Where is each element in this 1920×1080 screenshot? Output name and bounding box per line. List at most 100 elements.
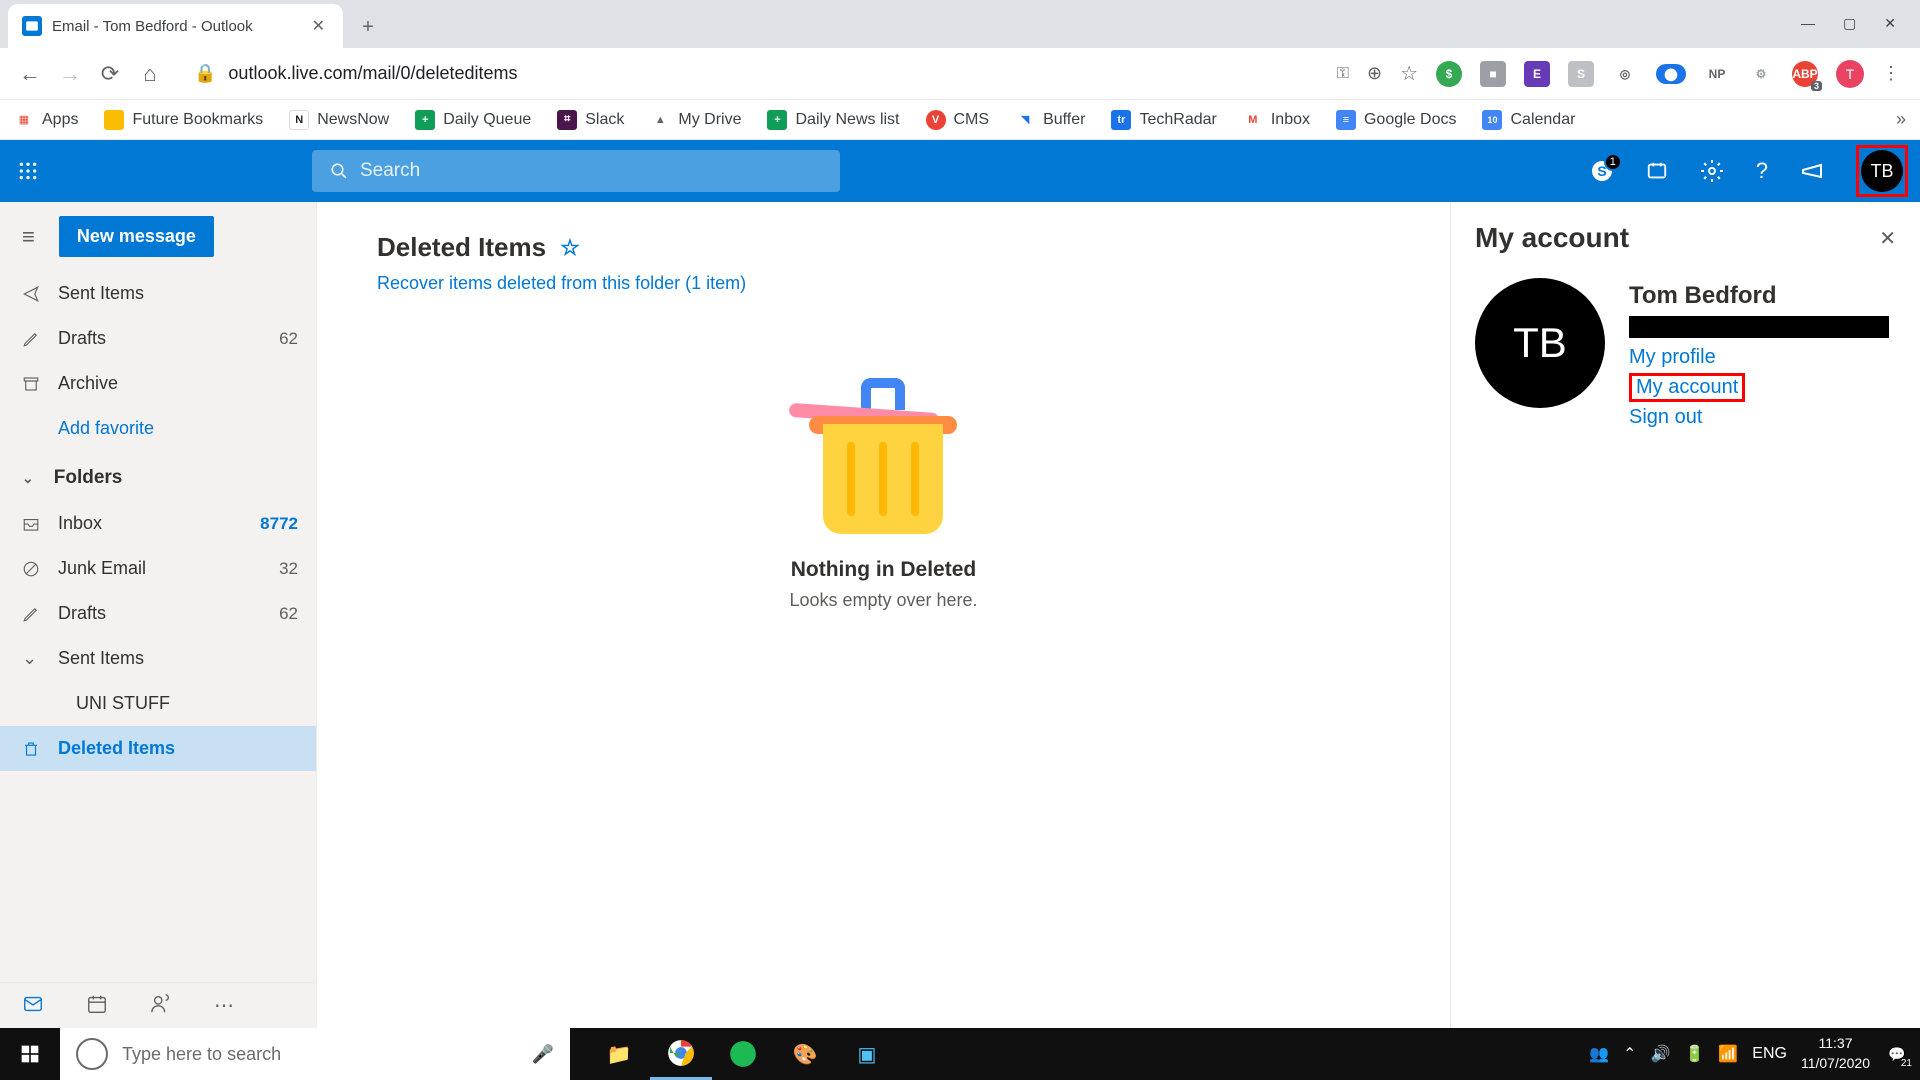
bookmark-buffer[interactable]: ◥Buffer [1015,110,1085,130]
close-tab-icon[interactable]: ✕ [308,16,329,36]
account-panel: My account ✕ TB Tom Bedford My profile M… [1450,202,1920,1028]
ext-icon-3[interactable]: E [1524,61,1550,87]
folders-header[interactable]: ⌄ Folders [0,451,316,501]
sign-out-link[interactable]: Sign out [1629,406,1896,429]
folder-junk[interactable]: Junk Email 32 [0,546,316,591]
more-modules-icon[interactable]: ⋯ [214,993,234,1018]
bookmark-docs[interactable]: ≡Google Docs [1336,110,1457,130]
back-button[interactable]: ← [10,54,50,94]
close-window-icon[interactable]: ✕ [1884,15,1896,32]
battery-icon[interactable]: 🔋 [1684,1044,1704,1064]
bookmark-star-icon[interactable]: ☆ [1400,61,1418,86]
windows-taskbar: Type here to search 🎤 📁 🎨 ▣ 👥 ⌃ 🔊 🔋 📶 EN… [0,1028,1920,1080]
start-button[interactable] [0,1028,60,1080]
ext-icon-6[interactable]: ⬤ [1656,64,1686,84]
people-tray-icon[interactable]: 👥 [1589,1044,1609,1064]
language-indicator[interactable]: ENG [1752,1045,1787,1063]
browser-actions: ⚿ ⊕ ☆ $ ■ E S ◎ ⬤ NP ⚙ ABP3 T ⋮ [1337,60,1910,88]
mic-icon[interactable]: 🎤 [532,1044,554,1065]
ext-icon-7[interactable]: NP [1704,61,1730,87]
adblock-icon[interactable]: ABP3 [1792,61,1818,87]
taskbar-app-5[interactable]: ▣ [836,1028,898,1080]
bookmark-news-list[interactable]: +Daily News list [767,110,899,130]
add-icon[interactable]: ⊕ [1367,63,1382,84]
mail-module-icon[interactable] [22,993,44,1018]
block-icon [22,560,58,578]
forward-button[interactable]: → [50,54,90,94]
megaphone-icon[interactable] [1800,159,1824,183]
ext-gear-icon[interactable]: ⚙ [1748,61,1774,87]
volume-icon[interactable]: 🔊 [1651,1044,1671,1064]
bookmark-cms[interactable]: VCMS [926,110,990,130]
folder-sent-items[interactable]: ⌄ Sent Items [0,636,316,681]
taskbar-search[interactable]: Type here to search 🎤 [60,1028,570,1080]
action-center-icon[interactable]: 💬21 [1884,1041,1910,1067]
my-account-link[interactable]: My account [1629,373,1745,402]
ext-icon-5[interactable]: ◎ [1612,61,1638,87]
folder-uni-stuff[interactable]: UNI STUFF [0,681,316,726]
settings-icon[interactable] [1700,159,1724,183]
new-message-button[interactable]: New message [59,216,214,257]
bookmark-calendar[interactable]: 10Calendar [1482,110,1575,130]
folder-inbox[interactable]: Inbox 8772 [0,501,316,546]
hamburger-icon[interactable]: ≡ [12,224,45,250]
reload-button[interactable]: ⟳ [90,54,130,94]
folder-deleted-items[interactable]: Deleted Items [0,726,316,771]
sidebar-item-archive[interactable]: Archive [0,361,316,406]
sidebar: ≡ New message Sent Items Drafts 62 Archi… [0,202,316,1028]
people-module-icon[interactable] [150,993,172,1018]
skype-icon[interactable]: S 1 [1590,159,1614,183]
search-box[interactable] [312,150,840,192]
teams-icon[interactable] [1646,160,1668,182]
my-profile-link[interactable]: My profile [1629,346,1896,369]
calendar-module-icon[interactable] [86,993,108,1018]
browser-titlebar: Email - Tom Bedford - Outlook ✕ + — ▢ ✕ [0,0,1920,48]
folder-drafts[interactable]: Drafts 62 [0,591,316,636]
bookmark-drive[interactable]: ▲My Drive [650,110,741,130]
taskbar-paint[interactable]: 🎨 [774,1028,836,1080]
maximize-icon[interactable]: ▢ [1843,15,1856,32]
lock-icon: 🔒 [194,63,216,84]
add-favorite-link[interactable]: Add favorite [0,406,316,451]
search-input[interactable] [360,160,822,182]
sidebar-item-sent[interactable]: Sent Items [0,271,316,316]
bookmark-apps[interactable]: ▦Apps [14,110,78,130]
minimize-icon[interactable]: — [1801,15,1815,32]
close-panel-icon[interactable]: ✕ [1879,226,1896,251]
pencil-icon [22,330,58,348]
window-controls: — ▢ ✕ [1801,15,1920,48]
bookmarks-overflow-icon[interactable]: » [1896,109,1906,130]
bookmark-future[interactable]: Future Bookmarks [104,110,263,130]
tray-chevron-icon[interactable]: ⌃ [1623,1044,1636,1064]
home-button[interactable]: ⌂ [130,54,170,94]
ext-icon-4[interactable]: S [1568,61,1594,87]
chevron-down-icon: ⌄ [22,470,34,487]
url-text: outlook.live.com/mail/0/deleteditems [228,63,517,84]
sidebar-item-drafts[interactable]: Drafts 62 [0,316,316,361]
new-tab-button[interactable]: + [351,10,385,44]
empty-title: Nothing in Deleted [789,558,977,582]
bookmark-newsnow[interactable]: NNewsNow [289,110,389,130]
taskbar-chrome[interactable] [650,1028,712,1080]
profile-avatar-icon[interactable]: T [1836,60,1864,88]
account-avatar[interactable]: TB [1861,150,1903,192]
key-icon[interactable]: ⚿ [1337,65,1349,83]
chrome-menu-icon[interactable]: ⋮ [1882,63,1900,84]
ext-icon-1[interactable]: $ [1436,61,1462,87]
wifi-icon[interactable]: 📶 [1718,1044,1738,1064]
bookmark-daily-queue[interactable]: +Daily Queue [415,110,531,130]
app-launcher-icon[interactable] [18,161,62,181]
browser-tab[interactable]: Email - Tom Bedford - Outlook ✕ [8,4,343,48]
help-icon[interactable]: ? [1756,158,1768,184]
address-bar[interactable]: 🔒 outlook.live.com/mail/0/deleteditems [180,55,1327,93]
recover-link[interactable]: Recover items deleted from this folder (… [377,273,1390,294]
bookmark-slack[interactable]: ⌗Slack [557,110,624,130]
favorite-star-icon[interactable]: ☆ [560,235,580,261]
bookmark-inbox[interactable]: MInbox [1243,110,1310,130]
taskbar-spotify[interactable] [712,1028,774,1080]
bookmark-techradar[interactable]: trTechRadar [1111,110,1216,130]
taskbar-explorer[interactable]: 📁 [588,1028,650,1080]
clock[interactable]: 11:37 11/07/2020 [1801,1034,1870,1073]
sidebar-module-switcher: ⋯ [0,982,316,1028]
ext-icon-2[interactable]: ■ [1480,61,1506,87]
